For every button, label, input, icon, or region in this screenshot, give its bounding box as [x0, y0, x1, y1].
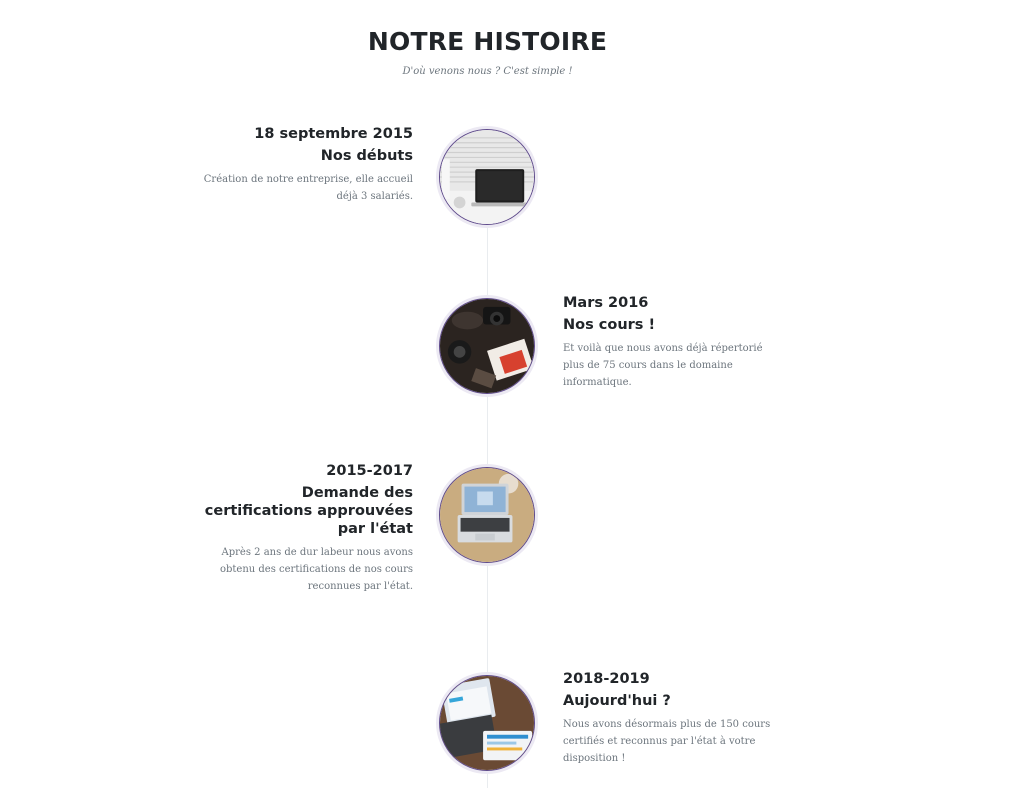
- timeline-image-4: [436, 672, 538, 774]
- timeline-body: Création de notre entreprise, elle accue…: [203, 174, 413, 202]
- timeline-panel-4: 2018-2019 Aujourd'hui ? Nous avons désor…: [563, 670, 773, 767]
- timeline-date: 2015-2017: [326, 463, 413, 479]
- timeline-panel-3: 2015-2017 Demande des certifications app…: [203, 462, 413, 595]
- timeline-heading: Nos débuts: [320, 148, 413, 164]
- open-laptop-on-table-photo: [439, 467, 535, 563]
- timeline-heading: Demande des certifications approuvées pa…: [204, 485, 413, 537]
- camera-and-books-photo: [439, 298, 535, 394]
- timeline-body: Après 2 ans de dur labeur nous avons obt…: [219, 547, 413, 592]
- laptop-on-desk-photo: [439, 129, 535, 225]
- timeline-image-3: [436, 464, 538, 566]
- timeline-date: Mars 2016: [563, 295, 649, 311]
- timeline-heading: Nos cours !: [563, 317, 656, 333]
- timeline-image-1: [436, 126, 538, 228]
- timeline-body: Et voilà que nous avons déjà répertorié …: [563, 343, 763, 388]
- section-subtitle: D'où venons nous ? C'est simple !: [402, 66, 573, 77]
- timeline-body: Nous avons désormais plus de 150 cours c…: [563, 719, 771, 764]
- section-title: NOTRE HISTOIRE: [367, 27, 608, 56]
- timeline-date: 18 septembre 2015: [254, 126, 413, 142]
- timeline-panel-2: Mars 2016 Nos cours ! Et voilà que nous …: [563, 294, 773, 391]
- timeline-date: 2018-2019: [563, 671, 650, 687]
- timeline-image-2: [436, 295, 538, 397]
- timeline-panel-1: 18 septembre 2015 Nos débuts Création de…: [203, 125, 413, 205]
- laptop-and-tablet-dashboard-photo: [439, 675, 535, 771]
- timeline-heading: Aujourd'hui ?: [563, 693, 671, 709]
